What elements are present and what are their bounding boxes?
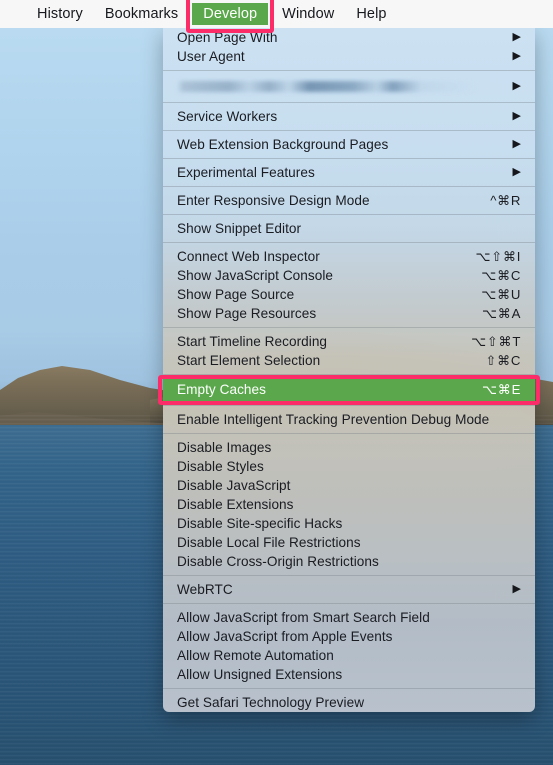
menu-item-disable-styles[interactable]: Disable Styles bbox=[163, 457, 535, 476]
menubar-item-history[interactable]: History bbox=[26, 3, 94, 25]
menu-item-redacted-device-name[interactable]: ▶ bbox=[163, 75, 535, 98]
submenu-arrow-icon: ▶ bbox=[512, 138, 521, 150]
menu-separator bbox=[163, 214, 535, 215]
menu-item-user-agent[interactable]: User Agent ▶ bbox=[163, 47, 535, 66]
menubar-item-bookmarks[interactable]: Bookmarks bbox=[94, 3, 189, 25]
menu-item-label: User Agent bbox=[177, 49, 245, 64]
menu-item-disable-cross-origin-restrictions[interactable]: Disable Cross-Origin Restrictions bbox=[163, 552, 535, 571]
menu-item-label: Connect Web Inspector bbox=[177, 249, 320, 264]
menubar-item-develop[interactable]: Develop bbox=[186, 0, 275, 33]
menu-item-disable-images[interactable]: Disable Images bbox=[163, 438, 535, 457]
menu-item-empty-caches[interactable]: Empty Caches ⌥⌘E bbox=[163, 379, 535, 401]
menu-item-shortcut: ⌥⇧⌘I bbox=[475, 249, 521, 264]
submenu-arrow-icon: ▶ bbox=[512, 166, 521, 178]
menu-item-label: Enable Intelligent Tracking Prevention D… bbox=[177, 412, 490, 427]
menu-item-web-extension-background-pages[interactable]: Web Extension Background Pages ▶ bbox=[163, 135, 535, 154]
menu-item-label: WebRTC bbox=[177, 582, 233, 597]
menubar-item-help[interactable]: Help bbox=[345, 3, 397, 25]
menu-separator bbox=[163, 158, 535, 159]
menu-item-label: Show JavaScript Console bbox=[177, 268, 334, 283]
menu-item-shortcut: ⌥⌘A bbox=[482, 306, 521, 321]
menu-item-label: Disable Site-specific Hacks bbox=[177, 516, 343, 531]
submenu-arrow-icon: ▶ bbox=[512, 583, 521, 595]
menu-item-label: Start Timeline Recording bbox=[177, 334, 328, 349]
menu-item-shortcut: ⌥⇧⌘T bbox=[471, 334, 521, 349]
menu-separator bbox=[163, 603, 535, 604]
menu-item-label: Get Safari Technology Preview bbox=[177, 695, 365, 710]
menu-item-label: Web Extension Background Pages bbox=[177, 137, 389, 152]
menu-item-allow-javascript-from-apple-events[interactable]: Allow JavaScript from Apple Events bbox=[163, 627, 535, 646]
menu-bar: History Bookmarks Develop Window Help bbox=[0, 0, 553, 33]
menu-item-show-page-source[interactable]: Show Page Source ⌥⌘U bbox=[163, 285, 535, 304]
menu-item-open-page-with[interactable]: Open Page With ▶ bbox=[163, 28, 535, 47]
menu-item-label: Allow Remote Automation bbox=[177, 648, 334, 663]
menu-separator bbox=[163, 242, 535, 243]
menu-separator bbox=[163, 70, 535, 71]
menu-item-label: Disable Local File Restrictions bbox=[177, 535, 361, 550]
submenu-arrow-icon: ▶ bbox=[512, 50, 521, 62]
submenu-arrow-icon: ▶ bbox=[512, 31, 521, 43]
menu-item-label: Disable Cross-Origin Restrictions bbox=[177, 554, 379, 569]
menu-item-allow-javascript-from-smart-search-field[interactable]: Allow JavaScript from Smart Search Field bbox=[163, 608, 535, 627]
menu-item-enable-intelligent-tracking-prevention-debug-mode[interactable]: Enable Intelligent Tracking Prevention D… bbox=[163, 410, 535, 429]
menu-item-label: Allow Unsigned Extensions bbox=[177, 667, 343, 682]
menu-item-label: Service Workers bbox=[177, 109, 278, 124]
menu-item-shortcut: ⌥⌘U bbox=[481, 287, 521, 302]
menu-separator bbox=[163, 130, 535, 131]
menu-item-shortcut: ⇧⌘C bbox=[485, 353, 521, 368]
menu-item-disable-javascript[interactable]: Disable JavaScript bbox=[163, 476, 535, 495]
menu-separator bbox=[163, 405, 535, 406]
menu-item-start-timeline-recording[interactable]: Start Timeline Recording ⌥⇧⌘T bbox=[163, 332, 535, 351]
submenu-arrow-icon: ▶ bbox=[512, 110, 521, 122]
menu-item-allow-remote-automation[interactable]: Allow Remote Automation bbox=[163, 646, 535, 665]
menu-item-disable-extensions[interactable]: Disable Extensions bbox=[163, 495, 535, 514]
menu-separator bbox=[163, 186, 535, 187]
menu-item-label: Start Element Selection bbox=[177, 353, 321, 368]
menu-separator bbox=[163, 575, 535, 576]
menu-item-label: Disable JavaScript bbox=[177, 478, 291, 493]
redacted-label bbox=[177, 81, 477, 92]
menu-item-label: Show Page Source bbox=[177, 287, 295, 302]
menu-item-label: Empty Caches bbox=[177, 382, 266, 397]
menubar-item-window[interactable]: Window bbox=[271, 3, 345, 25]
menu-separator bbox=[163, 374, 535, 375]
menu-separator bbox=[163, 327, 535, 328]
menu-item-label: Disable Extensions bbox=[177, 497, 294, 512]
develop-menu: Open Page With ▶ User Agent ▶ ▶ Service Worke… bbox=[163, 28, 535, 712]
menu-item-shortcut: ⌥⌘C bbox=[481, 268, 521, 283]
menu-item-experimental-features[interactable]: Experimental Features ▶ bbox=[163, 163, 535, 182]
menu-item-shortcut: ⌥⌘E bbox=[482, 382, 521, 397]
menu-item-get-safari-technology-preview[interactable]: Get Safari Technology Preview bbox=[163, 693, 535, 712]
menu-item-label: Experimental Features bbox=[177, 165, 315, 180]
menu-item-enter-responsive-design-mode[interactable]: Enter Responsive Design Mode ^⌘R bbox=[163, 191, 535, 210]
menu-item-label: Show Snippet Editor bbox=[177, 221, 302, 236]
submenu-arrow-icon: ▶ bbox=[512, 80, 521, 92]
menu-item-label: Allow JavaScript from Smart Search Field bbox=[177, 610, 430, 625]
menu-item-service-workers[interactable]: Service Workers ▶ bbox=[163, 107, 535, 126]
menu-item-show-snippet-editor[interactable]: Show Snippet Editor bbox=[163, 219, 535, 238]
menu-separator bbox=[163, 433, 535, 434]
menu-item-shortcut: ^⌘R bbox=[490, 193, 521, 208]
menu-separator bbox=[163, 688, 535, 689]
menu-item-disable-local-file-restrictions[interactable]: Disable Local File Restrictions bbox=[163, 533, 535, 552]
menu-item-show-page-resources[interactable]: Show Page Resources ⌥⌘A bbox=[163, 304, 535, 323]
menu-item-allow-unsigned-extensions[interactable]: Allow Unsigned Extensions bbox=[163, 665, 535, 684]
menu-separator bbox=[163, 102, 535, 103]
menu-item-webrtc[interactable]: WebRTC ▶ bbox=[163, 580, 535, 599]
menu-item-label: Enter Responsive Design Mode bbox=[177, 193, 370, 208]
menu-item-label: Show Page Resources bbox=[177, 306, 317, 321]
menu-item-label: Disable Styles bbox=[177, 459, 264, 474]
menu-item-label: Allow JavaScript from Apple Events bbox=[177, 629, 393, 644]
menu-item-connect-web-inspector[interactable]: Connect Web Inspector ⌥⇧⌘I bbox=[163, 247, 535, 266]
menu-item-show-javascript-console[interactable]: Show JavaScript Console ⌥⌘C bbox=[163, 266, 535, 285]
menu-item-start-element-selection[interactable]: Start Element Selection ⇧⌘C bbox=[163, 351, 535, 370]
menu-item-label: Disable Images bbox=[177, 440, 272, 455]
menu-item-disable-site-specific-hacks[interactable]: Disable Site-specific Hacks bbox=[163, 514, 535, 533]
menu-item-label: Open Page With bbox=[177, 30, 278, 45]
